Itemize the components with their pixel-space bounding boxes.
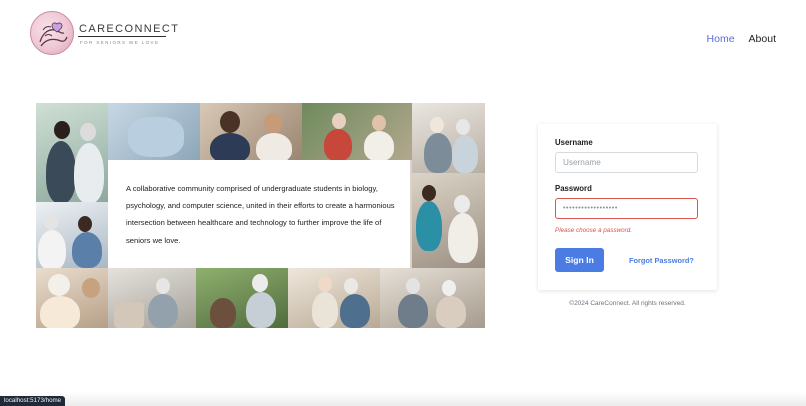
main-nav: Home About (707, 33, 776, 45)
intro-card: A collaborative community comprised of u… (108, 160, 410, 268)
username-label: Username (555, 138, 593, 147)
photo-tile (108, 268, 196, 328)
hero-photo-collage: A collaborative community comprised of u… (36, 103, 485, 328)
nav-about-link[interactable]: About (749, 33, 776, 45)
status-bar-url: localhost:5173/home (0, 396, 66, 406)
photo-tile (288, 268, 380, 328)
careconnect-logo-icon (30, 11, 74, 55)
forgot-password-link[interactable]: Forgot Password? (629, 256, 694, 265)
password-error-message: Please choose a password. (555, 227, 633, 234)
photo-tile (36, 268, 108, 328)
photo-tile (412, 103, 485, 173)
login-card: Username Password •••••••••••••••••• Ple… (538, 124, 717, 290)
copyright-text: ©2024 CareConnect. All rights reserved. (569, 300, 686, 307)
photo-tile (108, 103, 200, 160)
logo-divider (78, 36, 166, 37)
nav-home-link[interactable]: Home (707, 33, 735, 45)
username-input[interactable] (555, 152, 698, 173)
photo-tile (302, 103, 412, 160)
photo-tile (200, 103, 302, 160)
intro-text: A collaborative community comprised of u… (126, 184, 395, 245)
photo-tile (412, 173, 485, 268)
photo-tile (36, 103, 108, 202)
password-input[interactable]: •••••••••••••••••• (555, 198, 698, 219)
logo-wordmark: CARECONNECT (79, 23, 180, 35)
careconnect-logo[interactable]: CARECONNECT FOR SENIORS WE LOVE (30, 11, 178, 57)
logo-tagline: FOR SENIORS WE LOVE (80, 40, 160, 45)
photo-tile (380, 268, 485, 328)
site-header: CARECONNECT FOR SENIORS WE LOVE Home Abo… (0, 0, 806, 72)
photo-tile (36, 202, 108, 268)
photo-tile (196, 268, 288, 328)
sign-in-button[interactable]: Sign In (555, 248, 604, 272)
window-bottom-shade (0, 392, 806, 406)
password-label: Password (555, 184, 592, 193)
